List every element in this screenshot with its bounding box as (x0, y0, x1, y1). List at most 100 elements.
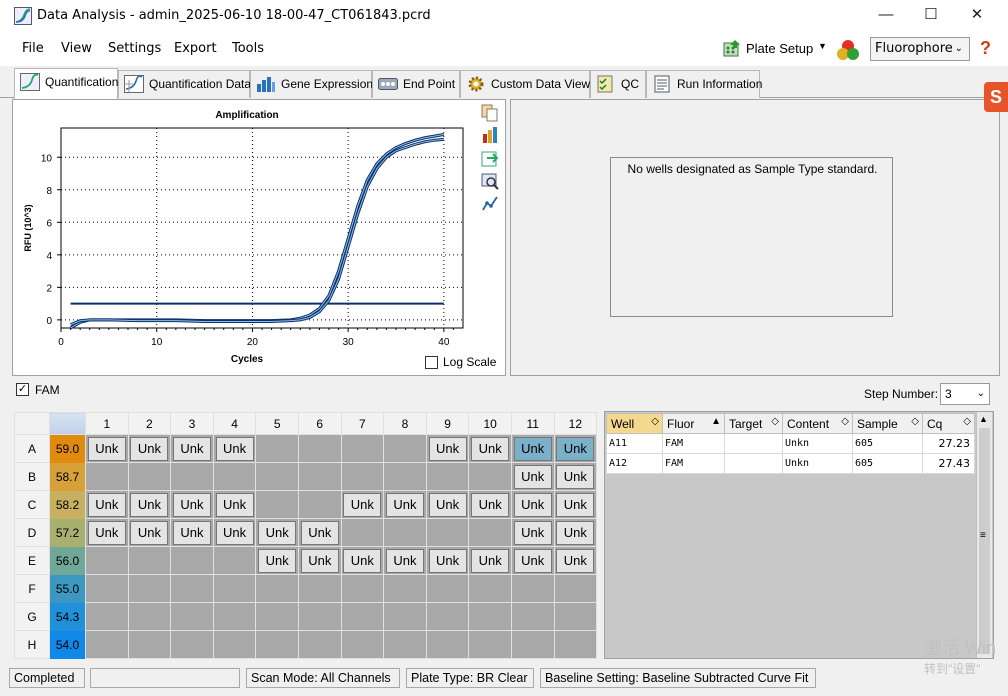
tab-qc[interactable]: QC (590, 70, 646, 98)
plate-well[interactable] (85, 462, 129, 491)
plate-well[interactable]: Unk (170, 434, 214, 463)
plate-col-header[interactable]: 5 (255, 412, 299, 435)
well-button[interactable]: Unk (172, 492, 211, 517)
well-button[interactable]: Unk (556, 464, 595, 489)
well-button[interactable]: Unk (556, 492, 595, 517)
plate-row-header[interactable]: E (14, 546, 50, 575)
tab-end-point[interactable]: End Point (372, 70, 460, 98)
plate-well[interactable] (425, 602, 470, 631)
plate-well[interactable]: Unk (425, 546, 470, 575)
plate-well[interactable] (340, 630, 385, 659)
plate-well[interactable] (85, 602, 129, 631)
well-button[interactable]: Unk (513, 436, 552, 461)
plate-well[interactable] (468, 630, 512, 659)
plate-col-header[interactable]: 12 (553, 412, 598, 435)
plate-well[interactable]: Unk (425, 434, 470, 463)
plate-well[interactable]: Unk (212, 518, 257, 547)
ime-floating-icon[interactable]: S (984, 82, 1008, 112)
plate-row-header[interactable]: B (14, 462, 50, 491)
plate-row-header[interactable]: A (14, 434, 50, 463)
plate-well[interactable]: Unk (85, 434, 129, 463)
plate-col-header[interactable]: 11 (510, 412, 555, 435)
plate-well[interactable] (383, 518, 427, 547)
well-button[interactable]: Unk (258, 548, 297, 573)
well-button[interactable]: Unk (471, 492, 510, 517)
amplification-chart[interactable]: 0 10 20 30 40 0 2 4 6 8 10 Amplification Cycles RFU (… (13, 100, 507, 377)
sort-icon[interactable]: ◇ (841, 416, 849, 427)
plate-well[interactable] (127, 546, 172, 575)
well-button[interactable]: Unk (513, 520, 552, 545)
plate-well[interactable]: Unk (468, 490, 512, 519)
well-button[interactable]: Unk (556, 548, 595, 573)
plate-well[interactable] (383, 434, 427, 463)
menu-export[interactable]: Export (174, 41, 217, 56)
plate-well[interactable] (212, 546, 257, 575)
well-button[interactable]: Unk (215, 520, 254, 545)
plate-well[interactable]: Unk (425, 490, 470, 519)
plate-well[interactable] (127, 574, 172, 603)
plate-well[interactable] (468, 462, 512, 491)
well-button[interactable]: Unk (343, 548, 382, 573)
sort-icon[interactable]: ◇ (911, 416, 919, 427)
well-button[interactable]: Unk (87, 436, 126, 461)
scroll-up-icon[interactable]: ▲ (979, 414, 988, 424)
plate-well[interactable] (383, 462, 427, 491)
plate-well[interactable] (383, 574, 427, 603)
plate-well[interactable] (297, 630, 342, 659)
results-col-header[interactable]: Content ◇ (782, 413, 853, 434)
tab-quantification[interactable]: Quantification (14, 68, 118, 99)
plate-row-header[interactable]: D (14, 518, 50, 547)
plate-well[interactable] (425, 630, 470, 659)
sort-icon[interactable]: ◇ (771, 416, 779, 427)
plate-well[interactable] (297, 574, 342, 603)
chart-options-icon[interactable] (481, 126, 499, 144)
fluorophore-select[interactable]: Fluorophore ⌄ (870, 37, 970, 61)
well-button[interactable]: Unk (556, 520, 595, 545)
close-button[interactable]: ✕ (962, 4, 992, 26)
well-button[interactable]: Unk (471, 436, 510, 461)
plate-well[interactable]: Unk (510, 546, 555, 575)
plate-well[interactable]: Unk (553, 518, 598, 547)
chevron-down-icon[interactable]: ▼ (818, 41, 827, 51)
plate-well[interactable] (255, 490, 299, 519)
plate-well[interactable] (297, 490, 342, 519)
export-icon[interactable] (481, 149, 499, 167)
well-button[interactable]: Unk (130, 436, 169, 461)
results-scrollbar[interactable]: ▲ ≡ (976, 412, 992, 658)
plate-col-header[interactable]: 6 (297, 412, 342, 435)
plate-well[interactable]: Unk (510, 518, 555, 547)
plate-well[interactable]: Unk (170, 518, 214, 547)
well-button[interactable]: Unk (215, 492, 254, 517)
plate-col-header[interactable]: 4 (212, 412, 257, 435)
plate-well[interactable] (340, 462, 385, 491)
sort-icon[interactable]: ◇ (651, 416, 659, 427)
well-button[interactable]: Unk (513, 492, 552, 517)
plate-well[interactable]: Unk (510, 490, 555, 519)
plate-well[interactable] (127, 630, 172, 659)
plate-well[interactable] (212, 602, 257, 631)
plate-well[interactable] (383, 602, 427, 631)
plate-well[interactable] (468, 602, 512, 631)
zoom-icon[interactable] (481, 172, 499, 190)
results-col-header[interactable]: Sample ◇ (852, 413, 923, 434)
plate-well[interactable] (553, 630, 598, 659)
plate-well[interactable] (85, 546, 129, 575)
well-button[interactable]: Unk (556, 436, 595, 461)
menu-file[interactable]: File (22, 41, 44, 56)
plate-row-header[interactable]: F (14, 574, 50, 603)
plate-col-header[interactable]: 7 (340, 412, 385, 435)
plate-well[interactable]: Unk (553, 490, 598, 519)
plate-row-header[interactable]: C (14, 490, 50, 519)
well-button[interactable]: Unk (471, 548, 510, 573)
plate-well[interactable] (127, 462, 172, 491)
minimize-button[interactable]: — (871, 4, 901, 26)
plate-col-header[interactable]: 3 (170, 412, 214, 435)
plate-well[interactable] (425, 518, 470, 547)
plate-well[interactable]: Unk (212, 434, 257, 463)
fluorophore-color-icon[interactable] (836, 38, 860, 62)
table-row[interactable]: A12 FAM Unkn 605 27.43 (606, 453, 975, 474)
plate-well[interactable]: Unk (383, 490, 427, 519)
well-button[interactable]: Unk (300, 548, 339, 573)
plate-well[interactable] (255, 602, 299, 631)
plate-well[interactable]: Unk (85, 518, 129, 547)
